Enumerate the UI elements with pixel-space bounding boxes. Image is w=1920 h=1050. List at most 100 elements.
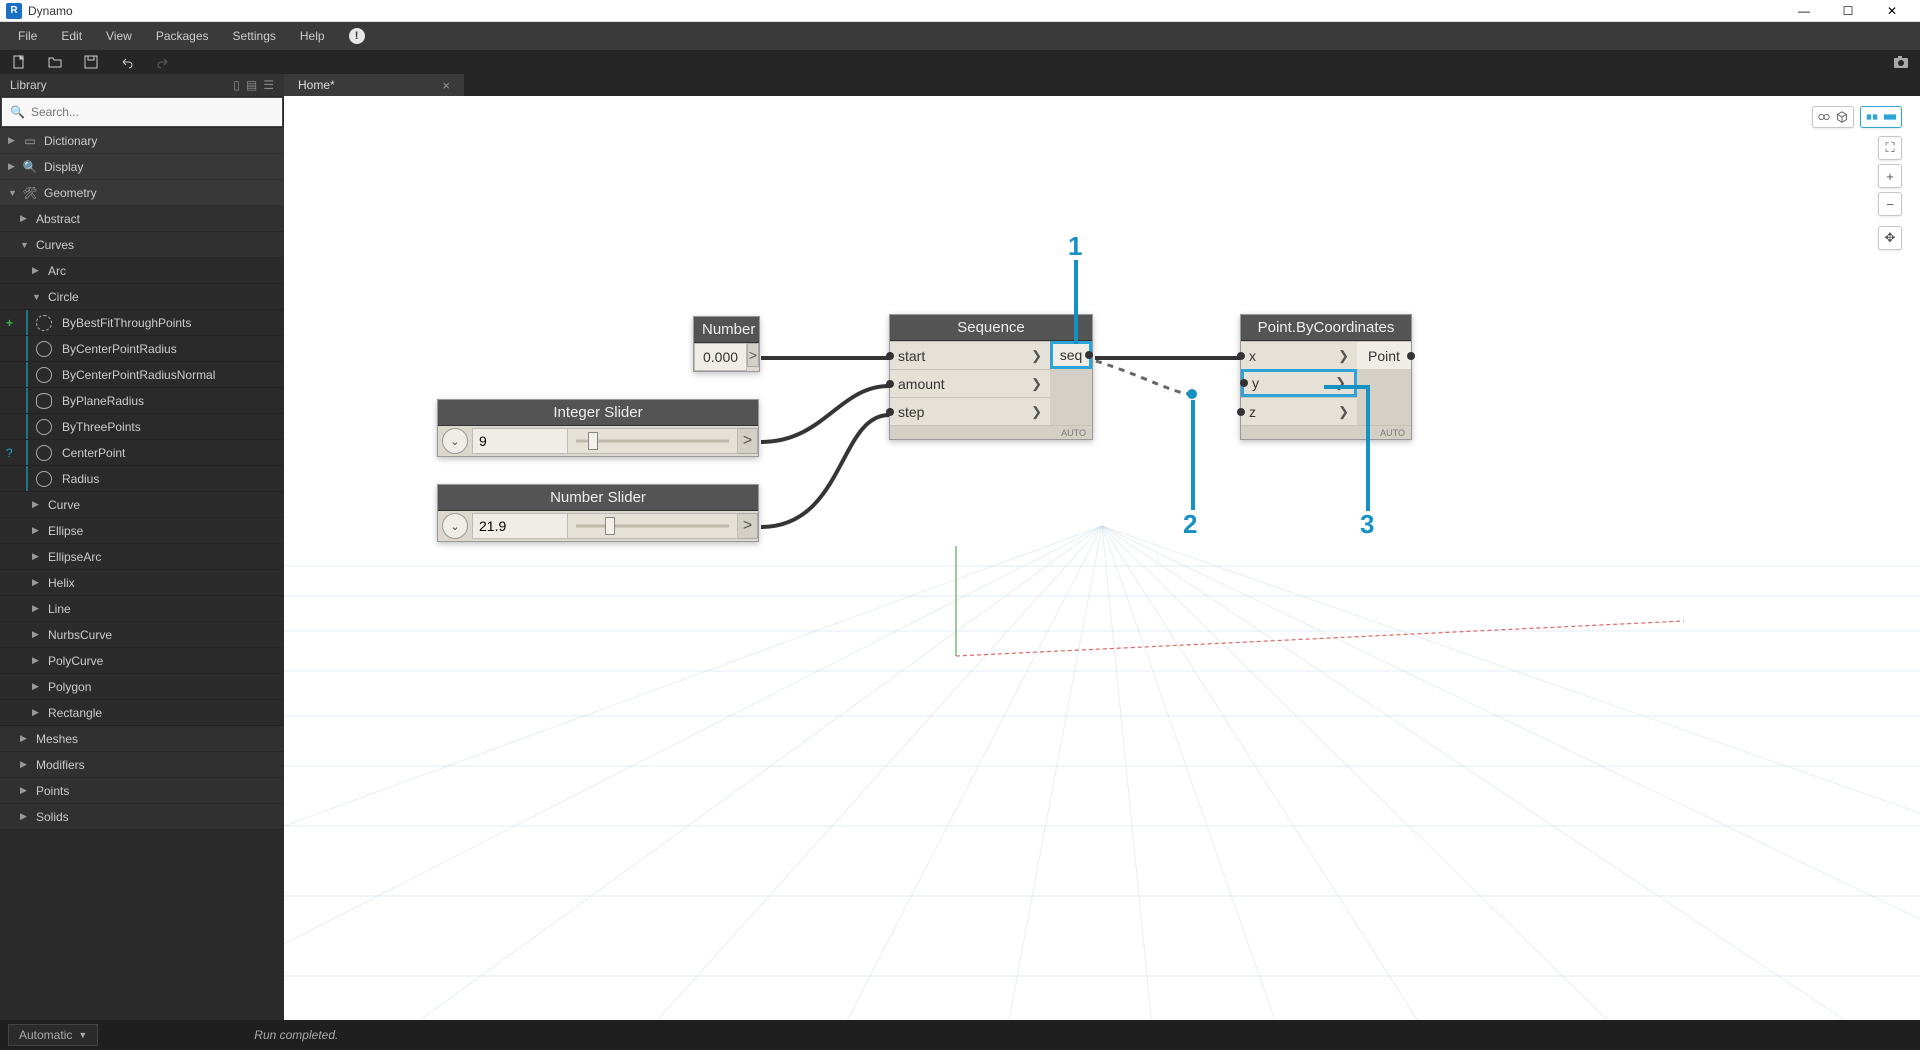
lib-label: ByThreePoints [58, 420, 141, 434]
camera-icon[interactable] [1892, 53, 1910, 71]
lib-ellipsearc[interactable]: ▶EllipseArc [0, 544, 284, 570]
port-x[interactable]: x❯ [1241, 341, 1357, 369]
menu-edit[interactable]: Edit [49, 22, 94, 50]
view-3d-toggle[interactable] [1812, 106, 1854, 128]
canvas-view-toggles [1812, 106, 1902, 128]
lib-label: Radius [58, 472, 99, 486]
callout-line-3a [1324, 385, 1368, 389]
save-file-icon[interactable] [82, 53, 100, 71]
menu-help[interactable]: Help [288, 22, 337, 50]
lib-helix[interactable]: ▶Helix [0, 570, 284, 596]
lib-rectangle[interactable]: ▶Rectangle [0, 700, 284, 726]
library-header: Library ▯ ▤ ☰ [0, 74, 284, 96]
menu-packages[interactable]: Packages [144, 22, 221, 50]
slider-out[interactable]: > [738, 428, 758, 454]
lib-label: Polygon [44, 680, 91, 694]
lib-curves[interactable]: ▼Curves [0, 232, 284, 258]
lib-circle[interactable]: ▼Circle [0, 284, 284, 310]
lib-byplaneradius[interactable]: ByPlaneRadius [0, 388, 284, 414]
lib-label: Arc [44, 264, 66, 278]
lib-bythreepoints[interactable]: ByThreePoints [0, 414, 284, 440]
port-start[interactable]: start❯ [890, 341, 1050, 369]
lib-view-icon-3[interactable]: ☰ [263, 78, 274, 92]
glasses-icon [1817, 110, 1831, 124]
slider-out[interactable]: > [738, 513, 758, 539]
port-point[interactable]: Point [1357, 341, 1411, 369]
lib-arc[interactable]: ▶Arc [0, 258, 284, 284]
minimize-button[interactable]: — [1782, 0, 1826, 22]
menu-file[interactable]: File [6, 22, 49, 50]
lib-radius[interactable]: Radius [0, 466, 284, 492]
pan-icon[interactable]: ✥ [1878, 226, 1902, 250]
lib-abstract[interactable]: ▶Abstract [0, 206, 284, 232]
zoom-in-icon[interactable]: + [1878, 164, 1902, 188]
lib-label: CenterPoint [58, 446, 125, 460]
close-icon[interactable]: × [442, 78, 450, 93]
lib-modifiers[interactable]: ▶Modifiers [0, 752, 284, 778]
node-title: Integer Slider [438, 400, 758, 426]
zoom-out-icon[interactable]: − [1878, 192, 1902, 216]
lib-polycurve[interactable]: ▶PolyCurve [0, 648, 284, 674]
slider-track[interactable] [568, 513, 738, 539]
lib-dictionary[interactable]: ▶▭ Dictionary [0, 128, 284, 154]
port-seq[interactable]: seq [1050, 341, 1092, 369]
lib-solids[interactable]: ▶Solids [0, 804, 284, 830]
slider-value[interactable]: 21.9 [472, 513, 568, 539]
port-label: start [898, 348, 925, 364]
lib-label: Line [44, 602, 71, 616]
lib-centerpoint[interactable]: ?CenterPoint [0, 440, 284, 466]
lib-geometry[interactable]: ▼🛠 Geometry [0, 180, 284, 206]
maximize-button[interactable]: ☐ [1826, 0, 1870, 22]
expand-button[interactable]: > [747, 343, 759, 367]
library-tree[interactable]: ▶▭ Dictionary ▶🔍 Display ▼🛠 Geometry ▶Ab… [0, 128, 284, 1020]
redo-icon[interactable] [154, 53, 172, 71]
graph-canvas[interactable]: Number 0.000 > Integer Slider ⌄ 9 > [284, 96, 1920, 1020]
search-input[interactable] [31, 105, 274, 119]
node-number[interactable]: Number 0.000 > [693, 316, 760, 372]
lib-bybestfit[interactable]: +ByBestFitThroughPoints [0, 310, 284, 336]
slider-value[interactable]: 9 [472, 428, 568, 454]
fit-icon[interactable]: ⛶ [1878, 136, 1902, 160]
lib-points[interactable]: ▶Points [0, 778, 284, 804]
lib-display[interactable]: ▶🔍 Display [0, 154, 284, 180]
port-step[interactable]: step❯ [890, 397, 1050, 425]
tab-home[interactable]: Home* × [284, 74, 464, 96]
open-file-icon[interactable] [46, 53, 64, 71]
node-title: Number [694, 317, 759, 343]
lib-bycenterradius[interactable]: ByCenterPointRadius [0, 336, 284, 362]
menu-settings[interactable]: Settings [221, 22, 288, 50]
lib-meshes[interactable]: ▶Meshes [0, 726, 284, 752]
lib-line[interactable]: ▶Line [0, 596, 284, 622]
lib-view-icon-2[interactable]: ▤ [246, 78, 257, 92]
lib-view-icon-1[interactable]: ▯ [233, 78, 240, 92]
new-file-icon[interactable] [10, 53, 28, 71]
view-graph-toggle[interactable] [1860, 106, 1902, 128]
lib-label: NurbsCurve [44, 628, 112, 642]
node-sequence[interactable]: Sequence start❯ amount❯ step❯ seq AUTO [889, 314, 1093, 440]
lib-label: Display [40, 160, 83, 174]
run-mode-dropdown[interactable]: Automatic ▼ [8, 1024, 98, 1046]
slider-track[interactable] [568, 428, 738, 454]
menu-view[interactable]: View [94, 22, 144, 50]
node-point[interactable]: Point.ByCoordinates x❯ y❯ z❯ Point AUTO [1240, 314, 1412, 440]
collapse-icon[interactable]: ⌄ [442, 428, 468, 454]
alert-icon[interactable]: ! [349, 28, 365, 44]
lib-curve[interactable]: ▶Curve [0, 492, 284, 518]
number-value[interactable]: 0.000 [694, 343, 747, 371]
port-y[interactable]: y❯ [1241, 369, 1357, 397]
port-label: z [1249, 404, 1256, 420]
node-integer-slider[interactable]: Integer Slider ⌄ 9 > [437, 399, 759, 457]
undo-icon[interactable] [118, 53, 136, 71]
collapse-icon[interactable]: ⌄ [442, 513, 468, 539]
library-search[interactable]: 🔍 [1, 97, 283, 127]
lib-polygon[interactable]: ▶Polygon [0, 674, 284, 700]
circle-icon [36, 315, 52, 331]
port-amount[interactable]: amount❯ [890, 369, 1050, 397]
lib-bycenterradiusnormal[interactable]: ByCenterPointRadiusNormal [0, 362, 284, 388]
lib-nurbscurve[interactable]: ▶NurbsCurve [0, 622, 284, 648]
close-button[interactable]: ✕ [1870, 0, 1914, 22]
node-number-slider[interactable]: Number Slider ⌄ 21.9 > [437, 484, 759, 542]
node-auto-label: AUTO [890, 425, 1092, 439]
lib-ellipse[interactable]: ▶Ellipse [0, 518, 284, 544]
port-z[interactable]: z❯ [1241, 397, 1357, 425]
